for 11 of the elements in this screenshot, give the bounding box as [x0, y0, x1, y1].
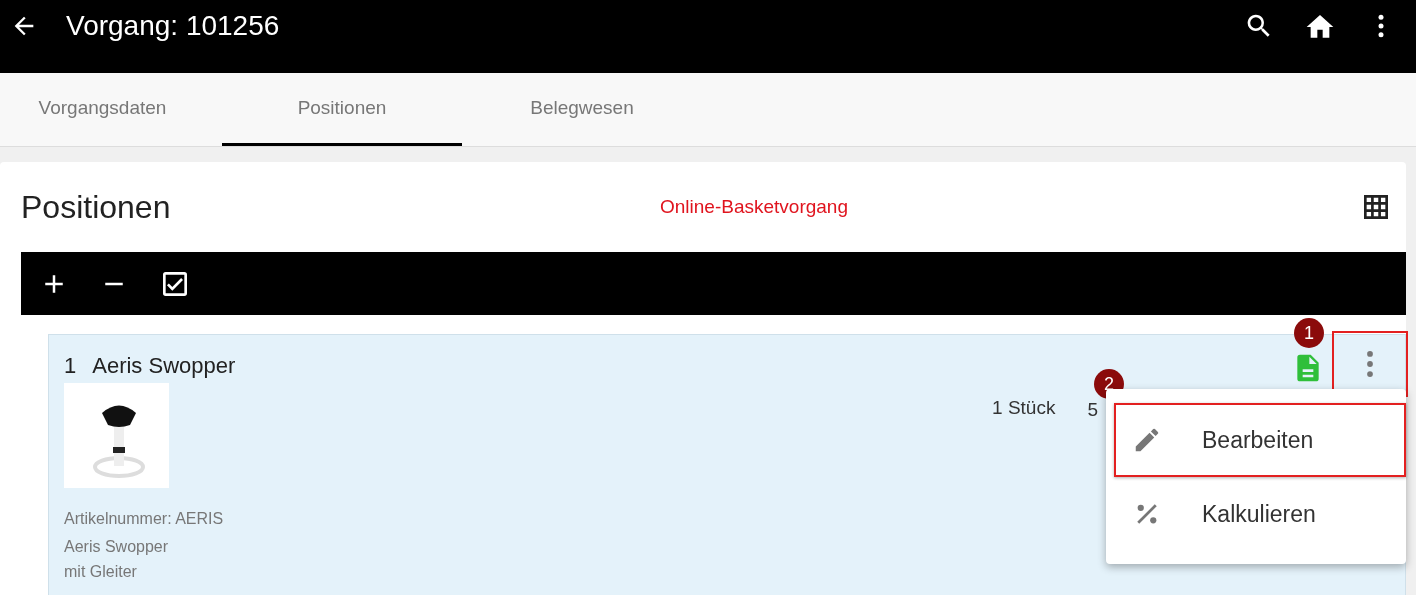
- price-text: 5: [1087, 399, 1098, 421]
- position-number: 1: [64, 353, 77, 379]
- description-line: mit Gleiter: [64, 563, 137, 581]
- callout-badge: 1: [1294, 318, 1324, 348]
- description-line: Aeris Swopper: [64, 538, 169, 556]
- position-name: Aeris Swopper: [92, 353, 236, 379]
- page-title: Vorgang: 101256: [66, 10, 280, 42]
- quantity-text: 1 Stück: [992, 397, 1056, 419]
- notice-text: Online-Basketvorgang: [660, 196, 848, 218]
- article-number: Artikelnummer: AERIS: [64, 510, 224, 528]
- card-title: Positionen: [21, 188, 171, 226]
